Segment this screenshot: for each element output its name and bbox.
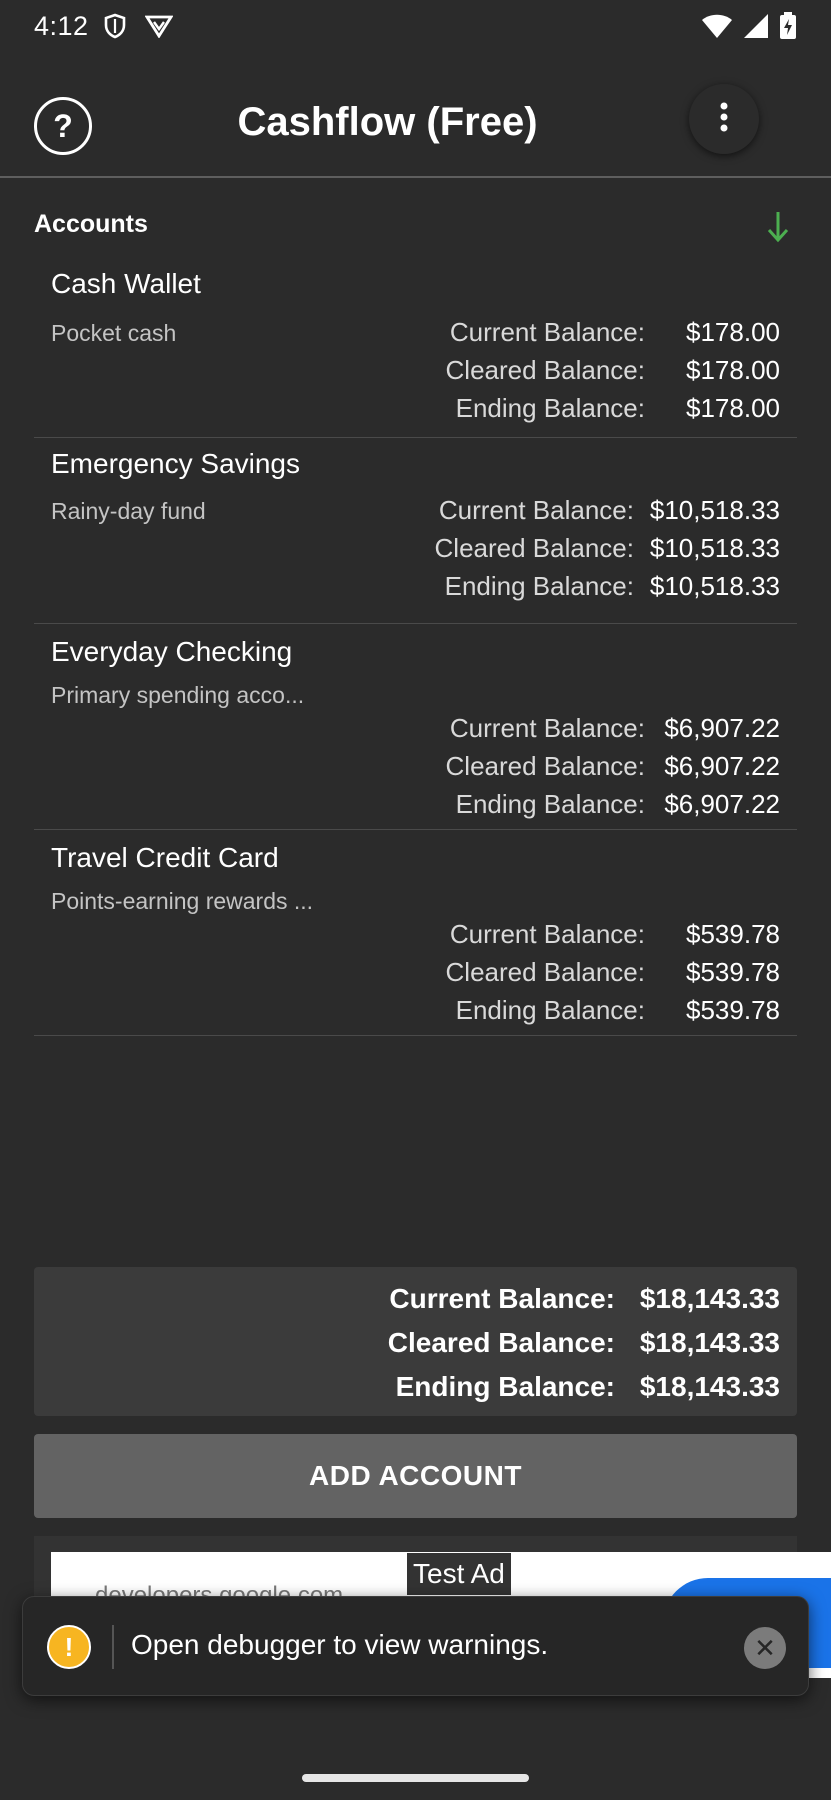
warning-icon: ! — [47, 1625, 91, 1669]
cleared-balance-label: Cleared Balance: — [445, 750, 645, 781]
vpn-icon — [144, 14, 173, 38]
total-current-value: $18,143.33 — [639, 1283, 780, 1314]
current-balance-value: $6,907.22 — [664, 712, 780, 743]
account-item-travel-credit-card[interactable]: Travel Credit Card Points-earning reward… — [34, 830, 797, 1036]
total-cleared-value: $18,143.33 — [639, 1327, 780, 1358]
ending-balance-row: Ending Balance: $539.78 — [446, 991, 780, 1029]
total-cleared-balance-row: Cleared Balance: $18,143.33 — [34, 1321, 797, 1365]
account-item-cash-wallet[interactable]: Cash Wallet Pocket cash Current Balance:… — [34, 268, 797, 438]
current-balance-value: $539.78 — [686, 918, 780, 949]
ending-balance-value: $178.00 — [686, 392, 780, 423]
status-right-icons — [701, 12, 797, 40]
home-indicator[interactable] — [302, 1774, 529, 1782]
account-name: Everyday Checking — [51, 636, 293, 667]
arrow-down-icon[interactable] — [766, 210, 790, 249]
ending-balance-row: Ending Balance: $10,518.33 — [435, 567, 780, 605]
current-balance-value: $10,518.33 — [649, 494, 780, 525]
current-balance-row: Current Balance: $178.00 — [446, 313, 780, 351]
cleared-balance-row: Cleared Balance: $178.00 — [446, 351, 780, 389]
app-title: Cashflow (Free) — [237, 100, 538, 144]
account-name: Cash Wallet — [51, 268, 201, 299]
current-balance-row: Current Balance: $539.78 — [446, 915, 780, 953]
total-current-label: Current Balance: — [389, 1283, 615, 1314]
ending-balance-value: $10,518.33 — [649, 570, 780, 601]
signal-icon — [743, 13, 769, 39]
account-item-emergency-savings[interactable]: Emergency Savings Rainy-day fund Current… — [34, 446, 797, 624]
ending-balance-value: $539.78 — [686, 994, 780, 1025]
status-bar: 4:12 — [0, 0, 831, 52]
add-account-button[interactable]: ADD ACCOUNT — [34, 1434, 797, 1518]
current-balance-label: Current Balance: — [438, 494, 634, 525]
status-left-icons — [103, 13, 173, 39]
current-balance-row: Current Balance: $10,518.33 — [435, 491, 780, 529]
ending-balance-row: Ending Balance: $178.00 — [446, 389, 780, 427]
total-ending-balance-row: Ending Balance: $18,143.33 — [34, 1365, 797, 1409]
test-ad-label: Test Ad — [407, 1553, 511, 1595]
ending-balance-label: Ending Balance: — [444, 570, 634, 601]
more-vert-icon — [719, 102, 729, 137]
account-name: Travel Credit Card — [51, 842, 279, 873]
status-time: 4:12 — [34, 10, 89, 41]
cleared-balance-value: $6,907.22 — [664, 750, 780, 781]
account-description: Pocket cash — [51, 320, 177, 346]
toast-message: Open debugger to view warnings. — [131, 1629, 549, 1660]
account-name: Emergency Savings — [51, 448, 301, 479]
close-icon[interactable]: ✕ — [744, 1627, 786, 1669]
cleared-balance-row: Cleared Balance: $539.78 — [446, 953, 780, 991]
account-description: Points-earning rewards ... — [51, 888, 314, 914]
cleared-balance-label: Cleared Balance: — [445, 354, 645, 385]
total-ending-value: $18,143.33 — [639, 1371, 780, 1402]
ending-balance-label: Ending Balance: — [455, 788, 645, 819]
ending-balance-label: Ending Balance: — [455, 994, 645, 1025]
totals-panel: Current Balance: $18,143.33 Cleared Bala… — [34, 1267, 797, 1416]
total-cleared-label: Cleared Balance: — [387, 1327, 615, 1358]
toast-divider — [112, 1625, 114, 1669]
ending-balance-value: $6,907.22 — [664, 788, 780, 819]
account-item-everyday-checking[interactable]: Everyday Checking Primary spending acco.… — [34, 624, 797, 830]
app-bar: ? Cashflow (Free) — [0, 70, 831, 176]
account-description: Primary spending acco... — [51, 682, 305, 708]
total-current-balance-row: Current Balance: $18,143.33 — [34, 1277, 797, 1321]
shield-icon — [103, 13, 127, 39]
screen: 4:12 ? Cashflow (Free) Accounts Cash Wal… — [0, 0, 831, 1800]
overflow-menu-button[interactable] — [689, 84, 759, 154]
cleared-balance-value: $539.78 — [686, 956, 780, 987]
cleared-balance-value: $10,518.33 — [649, 532, 780, 563]
total-ending-label: Ending Balance: — [395, 1371, 615, 1402]
cleared-balance-row: Cleared Balance: $10,518.33 — [435, 529, 780, 567]
ending-balance-label: Ending Balance: — [455, 392, 645, 423]
current-balance-label: Current Balance: — [449, 712, 645, 743]
account-description: Rainy-day fund — [51, 498, 206, 524]
account-balances: Current Balance: $6,907.22 Cleared Balan… — [446, 709, 780, 823]
account-balances: Current Balance: $539.78 Cleared Balance… — [446, 915, 780, 1029]
current-balance-label: Current Balance: — [449, 918, 645, 949]
account-list: Cash Wallet Pocket cash Current Balance:… — [34, 268, 797, 1036]
current-balance-value: $178.00 — [686, 316, 780, 347]
debugger-toast[interactable]: ! Open debugger to view warnings. ✕ — [22, 1596, 809, 1696]
cleared-balance-label: Cleared Balance: — [445, 956, 645, 987]
account-balances: Current Balance: $10,518.33 Cleared Bala… — [435, 491, 780, 605]
cleared-balance-value: $178.00 — [686, 354, 780, 385]
battery-charging-icon — [779, 12, 797, 40]
cleared-balance-label: Cleared Balance: — [434, 532, 634, 563]
ending-balance-row: Ending Balance: $6,907.22 — [446, 785, 780, 823]
wifi-icon — [701, 13, 733, 39]
app-bar-divider — [0, 176, 831, 178]
accounts-header: Accounts — [34, 210, 148, 238]
account-balances: Current Balance: $178.00 Cleared Balance… — [446, 313, 780, 427]
current-balance-row: Current Balance: $6,907.22 — [446, 709, 780, 747]
current-balance-label: Current Balance: — [449, 316, 645, 347]
cleared-balance-row: Cleared Balance: $6,907.22 — [446, 747, 780, 785]
